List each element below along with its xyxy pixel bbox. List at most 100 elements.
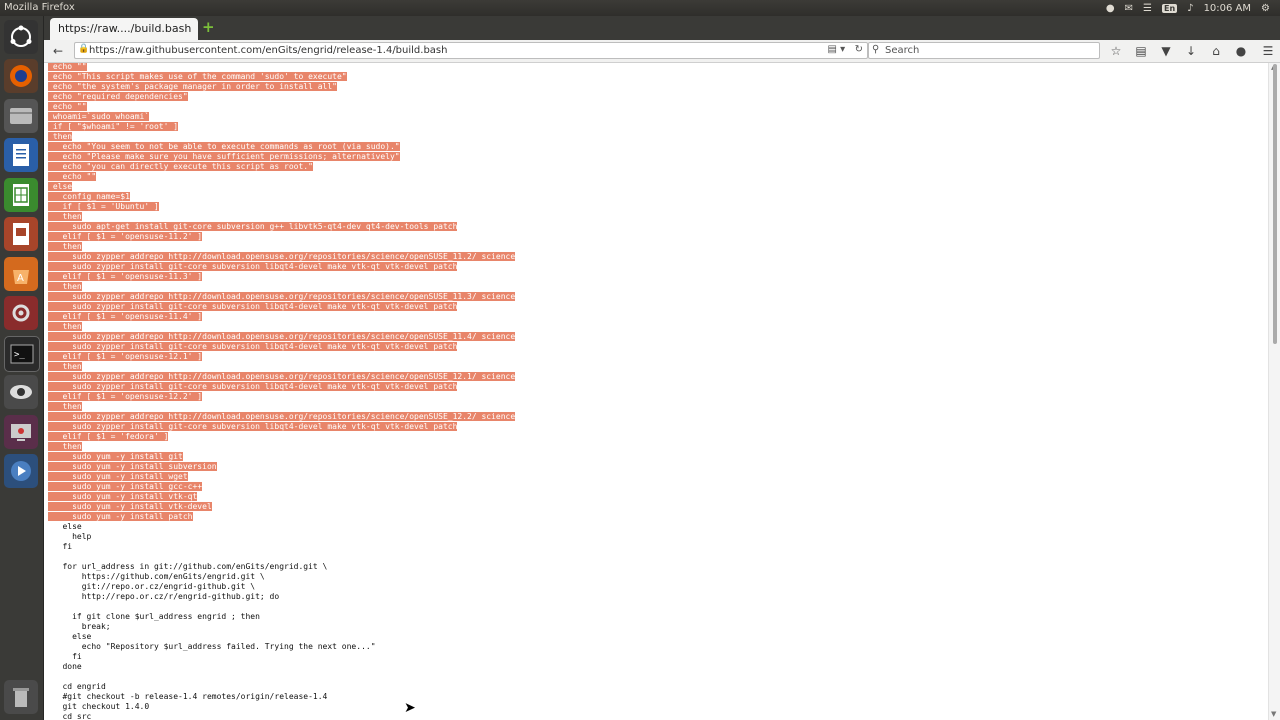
code-line[interactable]: then — [48, 132, 515, 142]
code-line[interactable]: sudo yum -y install vtk-devel — [48, 502, 515, 512]
wifi-icon[interactable]: ☰ — [1143, 3, 1152, 14]
url-bar[interactable]: 🔒 https://raw.githubusercontent.com/enGi… — [74, 42, 868, 59]
video-player-icon[interactable] — [4, 454, 38, 488]
code-line[interactable]: fi — [48, 652, 515, 662]
firefox-icon[interactable] — [4, 59, 38, 93]
code-line[interactable]: then — [48, 242, 515, 252]
code-line[interactable]: if git clone $url_address engrid ; then — [48, 612, 515, 622]
code-line[interactable]: then — [48, 212, 515, 222]
code-line[interactable]: echo "" — [48, 102, 515, 112]
home-icon[interactable]: ⌂ — [1208, 43, 1224, 59]
code-line[interactable]: echo "Repository $url_address failed. Tr… — [48, 642, 515, 652]
code-line[interactable]: echo "" — [48, 172, 515, 182]
code-line[interactable] — [48, 552, 515, 562]
code-line[interactable]: if [ $1 = 'Ubuntu' ] — [48, 202, 515, 212]
libreoffice-calc-icon[interactable] — [4, 178, 38, 212]
code-line[interactable]: else — [48, 182, 515, 192]
code-line[interactable]: sudo yum -y install gcc-c++ — [48, 482, 515, 492]
url-text[interactable]: https://raw.githubusercontent.com/enGits… — [89, 45, 447, 56]
code-line[interactable] — [48, 602, 515, 612]
code-line[interactable]: https://github.com/enGits/engrid.git \ — [48, 572, 515, 582]
system-settings-icon[interactable] — [4, 296, 38, 330]
downloads-icon[interactable]: ↓ — [1183, 43, 1199, 59]
code-line[interactable]: help — [48, 532, 515, 542]
code-line[interactable]: sudo zypper install git-core subversion … — [48, 382, 515, 392]
code-line[interactable]: then — [48, 362, 515, 372]
eye-app-icon[interactable] — [4, 375, 38, 409]
code-line[interactable]: config_name=$1 — [48, 192, 515, 202]
code-line[interactable]: sudo zypper install git-core subversion … — [48, 302, 515, 312]
vertical-scrollbar[interactable]: ▲ ▼ — [1268, 63, 1280, 720]
code-line[interactable]: elif [ $1 = 'opensuse-11.2' ] — [48, 232, 515, 242]
pocket-icon[interactable]: ▼ — [1158, 43, 1174, 59]
code-line[interactable]: elif [ $1 = 'opensuse-11.4' ] — [48, 312, 515, 322]
code-line[interactable]: done — [48, 662, 515, 672]
volume-icon[interactable]: ♪ — [1187, 3, 1193, 14]
files-icon[interactable] — [4, 99, 38, 133]
code-line[interactable]: echo "you can directly execute this scri… — [48, 162, 515, 172]
reading-list-icon[interactable]: ▤ — [1133, 43, 1149, 59]
power-icon[interactable]: ⚙ — [1261, 3, 1270, 14]
code-line[interactable]: elif [ $1 = 'opensuse-11.3' ] — [48, 272, 515, 282]
software-center-icon[interactable]: A — [4, 257, 38, 291]
terminal-icon[interactable]: >_ — [4, 336, 40, 372]
code-line[interactable]: elif [ $1 = 'opensuse-12.1' ] — [48, 352, 515, 362]
code-line[interactable]: sudo zypper addrepo http://download.open… — [48, 412, 516, 422]
code-listing[interactable]: echo "" echo "This script makes use of t… — [48, 63, 516, 720]
code-line[interactable]: sudo zypper addrepo http://download.open… — [48, 332, 516, 342]
libreoffice-writer-icon[interactable] — [4, 138, 38, 172]
code-line[interactable]: sudo yum -y install patch — [48, 512, 515, 522]
chat-icon[interactable]: ● — [1233, 43, 1249, 59]
code-line[interactable]: http://repo.or.cz/r/engrid-github.git; d… — [48, 592, 515, 602]
back-button[interactable]: ← — [50, 43, 66, 59]
code-line[interactable]: else — [48, 522, 515, 532]
code-line[interactable]: echo "This script makes use of the comma… — [48, 72, 515, 82]
recording-icon[interactable]: ● — [1106, 3, 1115, 14]
bookmark-star-icon[interactable]: ☆ — [1108, 43, 1124, 59]
menu-icon[interactable]: ☰ — [1260, 43, 1276, 59]
code-line[interactable]: git checkout 1.4.0 — [48, 702, 515, 712]
code-line[interactable]: break; — [48, 622, 515, 632]
search-input[interactable]: Search — [885, 45, 919, 56]
code-line[interactable]: then — [48, 402, 515, 412]
code-line[interactable]: sudo yum -y install git — [48, 452, 515, 462]
code-line[interactable]: then — [48, 282, 515, 292]
scroll-down-icon[interactable]: ▼ — [1271, 710, 1276, 718]
mail-icon[interactable]: ✉ — [1125, 3, 1133, 14]
clock[interactable]: 10:06 AM — [1204, 3, 1251, 14]
code-line[interactable]: #git checkout -b release-1.4 remotes/ori… — [48, 692, 515, 702]
code-line[interactable]: sudo yum -y install vtk-qt — [48, 492, 515, 502]
code-line[interactable]: git://repo.or.cz/engrid-github.git \ — [48, 582, 515, 592]
code-line[interactable]: for url_address in git://github.com/enGi… — [48, 562, 515, 572]
code-line[interactable]: sudo apt-get install git-core subversion… — [48, 222, 515, 232]
libreoffice-impress-icon[interactable] — [4, 217, 38, 251]
new-tab-icon[interactable]: + — [202, 19, 218, 35]
code-line[interactable]: echo "" — [48, 63, 515, 72]
lock-icon[interactable]: 🔒 — [78, 44, 89, 54]
code-line[interactable]: echo "Please make sure you have sufficie… — [48, 152, 515, 162]
ubuntu-dash-icon[interactable] — [4, 20, 38, 54]
code-line[interactable]: echo "required dependencies" — [48, 92, 515, 102]
screen-recorder-icon[interactable] — [4, 415, 38, 449]
code-line[interactable]: elif [ $1 = 'opensuse-12.2' ] — [48, 392, 515, 402]
trash-icon[interactable] — [4, 680, 38, 714]
code-line[interactable]: fi — [48, 542, 515, 552]
keyboard-layout-indicator[interactable]: En — [1162, 3, 1178, 13]
page-content[interactable]: echo "" echo "This script makes use of t… — [44, 63, 1268, 720]
code-line[interactable]: echo "the system's package manager in or… — [48, 82, 515, 92]
tab-build-bash[interactable]: https://raw..../build.bash — [50, 18, 198, 40]
code-line[interactable]: cd src — [48, 712, 515, 720]
code-line[interactable]: sudo zypper addrepo http://download.open… — [48, 292, 516, 302]
code-line[interactable] — [48, 672, 515, 682]
code-line[interactable]: sudo yum -y install subversion — [48, 462, 515, 472]
code-line[interactable]: cd engrid — [48, 682, 515, 692]
code-line[interactable]: echo "You seem to not be able to execute… — [48, 142, 515, 152]
code-line[interactable]: sudo zypper install git-core subversion … — [48, 342, 515, 352]
code-line[interactable]: sudo zypper install git-core subversion … — [48, 262, 515, 272]
code-line[interactable]: sudo zypper install git-core subversion … — [48, 422, 515, 432]
scrollbar-thumb[interactable] — [1273, 64, 1277, 344]
code-line[interactable]: else — [48, 632, 515, 642]
code-line[interactable]: sudo zypper addrepo http://download.open… — [48, 252, 516, 262]
code-line[interactable]: whoami=`sudo whoami` — [48, 112, 515, 122]
code-line[interactable]: then — [48, 322, 515, 332]
